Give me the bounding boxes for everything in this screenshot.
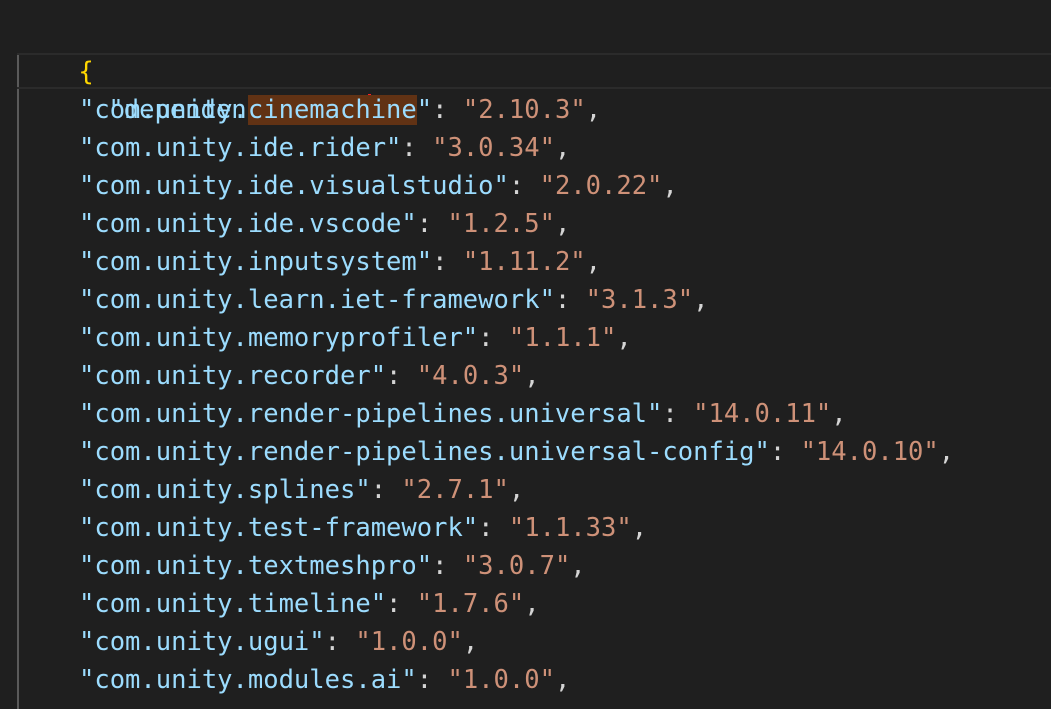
dependency-key: "com.unity.textmeshpro" [79,551,433,581]
dependency-line[interactable]: "com.unity.cinemachine": "2.10.3", [79,91,601,129]
dependency-version: "2.10.3" [462,95,586,125]
comma: , [524,361,540,391]
colon: : [508,171,540,201]
highlighted-word: cinemachine [247,95,417,125]
dependency-line[interactable]: "com.unity.recorder": "4.0.3", [79,357,540,395]
colon: : [554,285,586,315]
comma: , [616,323,632,353]
dependency-line[interactable]: "com.unity.ide.visualstudio": "2.0.22", [79,167,678,205]
dependency-version: "2.7.1" [401,475,509,505]
comma: , [938,437,955,467]
dependency-key: "com.unity.ugui" [79,627,325,657]
dependency-version: "2.0.22" [539,171,663,201]
dependency-key: "com.unity.splines" [79,475,371,505]
dependency-key: "com.unity.timeline" [79,589,387,619]
dependency-key: "com.unity.learn.iet-framework" [79,285,555,315]
dependency-key: "com.unity.recorder" [79,361,387,391]
colon: : [370,475,402,505]
dependency-version: "1.0.0" [355,627,463,657]
colon: : [769,437,801,467]
colon: : [432,247,463,277]
comma: , [570,551,586,581]
comma: , [693,285,709,315]
dependency-version: "3.1.3" [585,285,694,315]
dependency-version: "3.0.7" [462,551,571,581]
dependency-version: "4.0.3" [416,361,525,391]
dependency-key: "com.unity.test-framework" [79,513,479,543]
dependency-key: "com.unity.modules.ai" [79,665,417,695]
dependency-version: "1.11.2" [462,247,586,277]
dependency-key: "com.unity.ide.visualstudio" [79,171,509,201]
dependency-version: "14.0.11" [693,399,832,429]
colon: : [386,589,417,619]
dependency-version: "1.1.1" [508,323,617,353]
dependency-version: "3.0.34" [432,133,555,163]
dependency-line[interactable]: "com.unity.timeline": "1.7.6", [79,585,540,623]
dependency-line[interactable]: "com.unity.test-framework": "1.1.33", [79,509,647,547]
dependency-line[interactable]: "com.unity.render-pipelines.universal": … [79,395,847,433]
dependency-key-prefix: "com.unity. [79,95,248,125]
dependency-line[interactable]: "com.unity.inputsystem": "1.11.2", [79,243,601,281]
dependency-line[interactable]: "com.unity.learn.iet-framework": "3.1.3"… [79,281,708,319]
dependency-line[interactable]: "com.unity.render-pipelines.universal-co… [79,433,954,471]
dependency-version: "14.0.10" [800,437,939,467]
comma: , [631,513,648,543]
colon: : [324,627,356,657]
dependency-key-suffix: " [416,95,433,125]
colon: : [416,665,448,695]
dependency-line[interactable]: "com.unity.splines": "2.7.1", [79,471,524,509]
colon: : [478,323,509,353]
dependency-version: "1.2.5" [447,209,555,239]
comma: , [585,247,602,277]
comma: , [554,209,571,239]
dependency-line[interactable]: "com.unity.memoryprofiler": "1.1.1", [79,319,632,357]
colon: : [432,551,463,581]
dependency-version: "1.0.0" [447,665,555,695]
colon: : [386,361,417,391]
dependency-line[interactable]: "com.unity.ugui": "1.0.0", [79,623,478,661]
comma: , [831,399,847,429]
comma: , [524,589,540,619]
dependency-key: "com.unity.render-pipelines.universal-co… [79,437,770,467]
colon: : [478,513,509,543]
comma: , [554,665,571,695]
dependency-key: "com.unity.inputsystem" [79,247,433,277]
colon: : [416,209,448,239]
dependency-key: "com.unity.ide.rider" [79,133,402,163]
comma: , [554,133,571,163]
indent-guide [17,53,19,709]
comma: , [662,171,678,201]
comma: , [585,95,602,125]
dependency-line[interactable]: "com.unity.textmeshpro": "3.0.7", [79,547,586,585]
dependency-key: "com.unity.ide.vscode" [79,209,417,239]
colon: : [401,133,433,163]
dependency-line[interactable]: "com.unity.ide.rider": "3.0.34", [79,129,570,167]
dependency-key: "com.unity.memoryprofiler" [79,323,479,353]
comma: , [508,475,525,505]
dependency-line[interactable]: "com.unity.modules.ai": "1.0.0", [79,661,570,699]
dependency-version: "1.7.6" [416,589,525,619]
code-editor[interactable]: { "dependencies": { "com.unity.cinemachi… [0,0,1051,709]
colon: : [432,95,463,125]
dependency-line[interactable]: "com.unity.ide.vscode": "1.2.5", [79,205,570,243]
code-line-dependencies[interactable]: "dependencies": { [47,53,372,125]
dependency-version: "1.1.33" [508,513,632,543]
dependency-key: "com.unity.render-pipelines.universal" [79,399,663,429]
colon: : [662,399,694,429]
code-line-open-brace[interactable]: { [17,15,93,87]
comma: , [462,627,479,657]
